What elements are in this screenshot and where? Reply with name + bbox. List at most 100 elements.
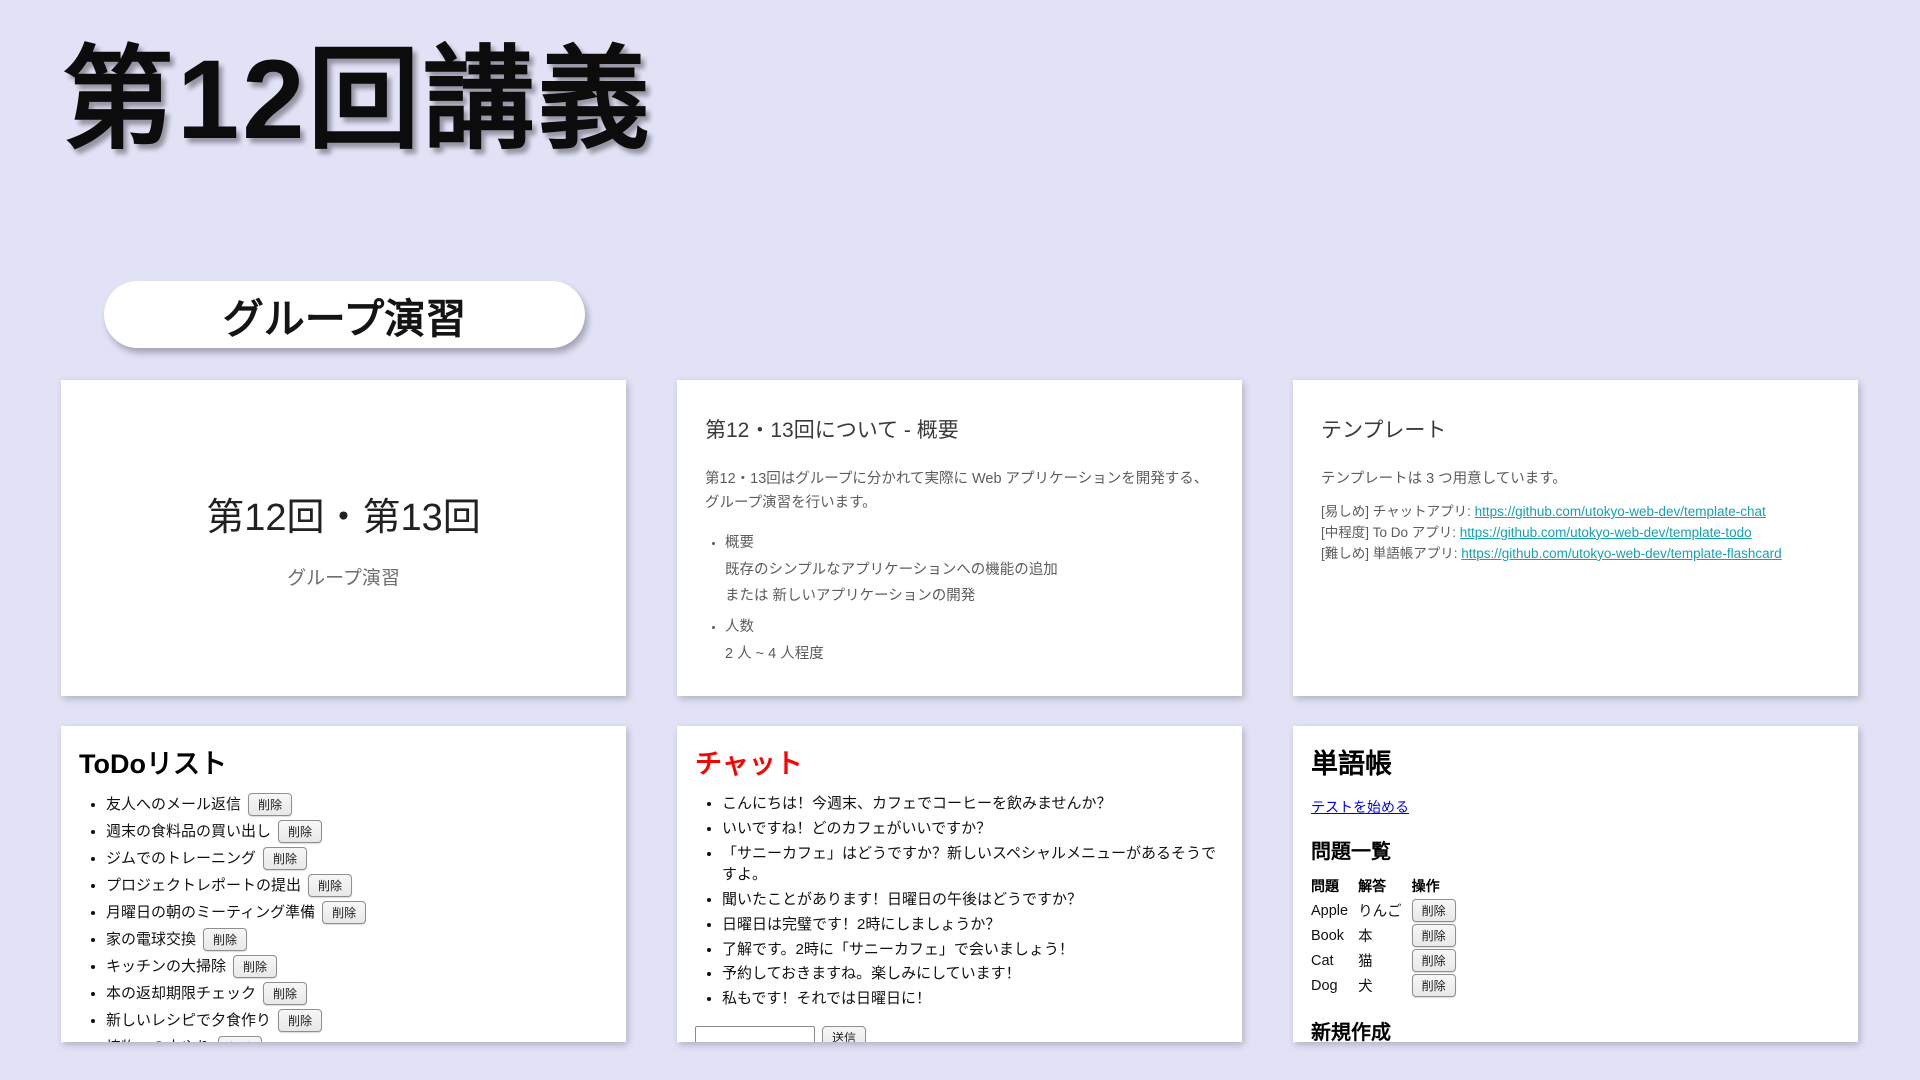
todo-delete-button[interactable]: 削除 xyxy=(278,1009,322,1032)
flashcard-table: 問題 解答 操作 Appleりんご削除Book本削除Cat猫削除Dog犬削除 xyxy=(1311,874,1466,998)
slide-title-heading: 第12回・第13回 xyxy=(206,486,481,541)
todo-delete-button[interactable]: 削除 xyxy=(263,982,307,1005)
todo-delete-button[interactable]: 削除 xyxy=(218,1036,262,1042)
template-intro: テンプレートは 3 つ用意しています。 xyxy=(1321,468,1830,492)
todo-item-text: ジムでのトレーニング xyxy=(106,850,256,867)
template-link-label: [易しめ] チャットアプリ: xyxy=(1321,504,1475,519)
flashcard-answer: りんご xyxy=(1358,898,1412,923)
overview-intro: 第12・13回はグループに分かれて実際に Web アプリケーションを開発する、グ… xyxy=(705,468,1214,516)
chat-input-row: 送信 xyxy=(695,1026,1224,1042)
todo-delete-button[interactable]: 削除 xyxy=(322,901,366,924)
flashcard-row: Dog犬削除 xyxy=(1311,973,1466,998)
template-link-row: [易しめ] チャットアプリ: https://github.com/utokyo… xyxy=(1321,502,1830,523)
overview-bullet-item: 概要既存のシンプルなアプリケーションへの機能の追加または 新しいアプリケーション… xyxy=(725,530,1214,610)
overview-bullet-label: 人数 xyxy=(725,614,1214,641)
chat-message: いいですね！どのカフェがいいですか？ xyxy=(722,818,1224,840)
flashcard-actions-cell: 削除 xyxy=(1412,973,1466,998)
page-title: 第12回講義 xyxy=(62,30,653,170)
overview-bullet-item: 人数2 人 ~ 4 人程度 xyxy=(725,614,1214,668)
flashcard-question: Cat xyxy=(1311,948,1358,973)
todo-item: 月曜日の朝のミーティング準備削除 xyxy=(106,901,608,924)
template-link-label: [難しめ] 単語帳アプリ: xyxy=(1321,546,1461,561)
flashcard-table-header-row: 問題 解答 操作 xyxy=(1311,874,1466,898)
chat-message-list: こんにちは！今週末、カフェでコーヒーを飲みませんか？ いいですね！どのカフェがいい… xyxy=(695,793,1224,1010)
start-test-link[interactable]: テストを始める xyxy=(1311,797,1409,817)
todo-item-text: キッチンの大掃除 xyxy=(106,958,226,975)
chat-send-button[interactable]: 送信 xyxy=(822,1026,866,1042)
column-header-question: 問題 xyxy=(1311,874,1358,898)
chat-message: こんにちは！今週末、カフェでコーヒーを飲みませんか？ xyxy=(722,793,1224,815)
overview-bullet-label: 概要 xyxy=(725,530,1214,557)
todo-delete-button[interactable]: 削除 xyxy=(308,874,352,897)
flashcard-table-body: Appleりんご削除Book本削除Cat猫削除Dog犬削除 xyxy=(1311,898,1466,998)
template-card: テンプレート テンプレートは 3 つ用意しています。 [易しめ] チャットアプリ… xyxy=(1293,380,1858,696)
template-link-row: [難しめ] 単語帳アプリ: https://github.com/utokyo-… xyxy=(1321,544,1830,565)
flashcard-row: Cat猫削除 xyxy=(1311,948,1466,973)
chat-app-title: チャット xyxy=(695,742,1224,781)
template-link[interactable]: https://github.com/utokyo-web-dev/templa… xyxy=(1461,546,1781,561)
template-link[interactable]: https://github.com/utokyo-web-dev/templa… xyxy=(1475,504,1766,519)
todo-item: 新しいレシピで夕食作り削除 xyxy=(106,1009,608,1032)
flashcard-actions-cell: 削除 xyxy=(1412,923,1466,948)
card-grid: 第12回・第13回 グループ演習 第12・13回について - 概要 第12・13… xyxy=(61,380,1858,1042)
column-header-answer: 解答 xyxy=(1358,874,1412,898)
flashcard-question: Apple xyxy=(1311,898,1358,923)
flashcard-question: Book xyxy=(1311,923,1358,948)
todo-item: プロジェクトレポートの提出削除 xyxy=(106,874,608,897)
group-exercise-badge: グループ演習 xyxy=(104,281,585,348)
flashcard-answer: 猫 xyxy=(1358,948,1412,973)
slide-title-card: 第12回・第13回 グループ演習 xyxy=(61,380,626,696)
flashcard-row: Appleりんご削除 xyxy=(1311,898,1466,923)
create-new-heading: 新規作成 xyxy=(1311,1016,1840,1042)
todo-delete-button[interactable]: 削除 xyxy=(233,955,277,978)
flashcard-delete-button[interactable]: 削除 xyxy=(1412,949,1456,972)
todo-item-text: プロジェクトレポートの提出 xyxy=(106,877,301,894)
chat-message: 私もです！それでは日曜日に！ xyxy=(722,988,1224,1010)
todo-item-text: 月曜日の朝のミーティング準備 xyxy=(106,904,315,921)
flashcard-app-card: 単語帳 テストを始める 問題一覧 問題 解答 操作 Appleりんご削除Book… xyxy=(1293,726,1858,1042)
flashcard-delete-button[interactable]: 削除 xyxy=(1412,924,1456,947)
chat-message: 日曜日は完璧です！2時にしましょうか？ xyxy=(722,914,1224,936)
todo-delete-button[interactable]: 削除 xyxy=(203,928,247,951)
chat-app-card: チャット こんにちは！今週末、カフェでコーヒーを飲みませんか？ いいですね！どのカ… xyxy=(677,726,1242,1042)
todo-item-text: 週末の食料品の買い出し xyxy=(106,823,271,840)
template-link-list: [易しめ] チャットアプリ: https://github.com/utokyo… xyxy=(1321,502,1830,565)
todo-item: 植物への水やり削除 xyxy=(106,1036,608,1042)
chat-input[interactable] xyxy=(695,1026,815,1042)
todo-delete-button[interactable]: 削除 xyxy=(248,793,292,816)
chat-message: 「サニーカフェ」はどうですか？新しいスペシャルメニューがあるそうですよ。 xyxy=(722,843,1224,887)
column-header-actions: 操作 xyxy=(1412,874,1466,898)
chat-message: 聞いたことがあります！日曜日の午後はどうですか？ xyxy=(722,889,1224,911)
slide-title-subtitle: グループ演習 xyxy=(287,563,400,590)
overview-heading: 第12・13回について - 概要 xyxy=(705,414,1214,444)
todo-item: ジムでのトレーニング削除 xyxy=(106,847,608,870)
todo-delete-button[interactable]: 削除 xyxy=(263,847,307,870)
todo-item: 友人へのメール返信削除 xyxy=(106,793,608,816)
flashcard-app-title: 単語帳 xyxy=(1311,742,1840,781)
overview-bullet-detail: 2 人 ~ 4 人程度 xyxy=(725,641,1214,668)
todo-item-text: 家の電球交換 xyxy=(106,931,196,948)
overview-bullet-detail: 既存のシンプルなアプリケーションへの機能の追加 xyxy=(725,557,1214,584)
slide-overview-card: 第12・13回について - 概要 第12・13回はグループに分かれて実際に We… xyxy=(677,380,1242,696)
flashcard-row: Book本削除 xyxy=(1311,923,1466,948)
todo-delete-button[interactable]: 削除 xyxy=(278,820,322,843)
overview-bullet-list: 概要既存のシンプルなアプリケーションへの機能の追加または 新しいアプリケーション… xyxy=(705,530,1214,668)
todo-list: 友人へのメール返信削除週末の食料品の買い出し削除ジムでのトレーニング削除プロジェ… xyxy=(79,793,608,1042)
todo-item: 週末の食料品の買い出し削除 xyxy=(106,820,608,843)
template-link[interactable]: https://github.com/utokyo-web-dev/templa… xyxy=(1460,525,1752,540)
chat-message: 了解です。2時に「サニーカフェ」で会いましょう！ xyxy=(722,939,1224,961)
flashcard-delete-button[interactable]: 削除 xyxy=(1412,974,1456,997)
flashcard-actions-cell: 削除 xyxy=(1412,898,1466,923)
todo-app-card: ToDoリスト 友人へのメール返信削除週末の食料品の買い出し削除ジムでのトレーニ… xyxy=(61,726,626,1042)
group-exercise-badge-label: グループ演習 xyxy=(223,285,467,345)
template-heading: テンプレート xyxy=(1321,414,1830,444)
todo-app-title: ToDoリスト xyxy=(79,742,608,781)
template-link-label: [中程度] To Do アプリ: xyxy=(1321,525,1460,540)
flashcard-actions-cell: 削除 xyxy=(1412,948,1466,973)
todo-item: 本の返却期限チェック削除 xyxy=(106,982,608,1005)
flashcard-delete-button[interactable]: 削除 xyxy=(1412,899,1456,922)
overview-bullet-detail: または 新しいアプリケーションの開発 xyxy=(725,583,1214,610)
question-list-heading: 問題一覧 xyxy=(1311,835,1840,864)
flashcard-answer: 本 xyxy=(1358,923,1412,948)
todo-item: キッチンの大掃除削除 xyxy=(106,955,608,978)
